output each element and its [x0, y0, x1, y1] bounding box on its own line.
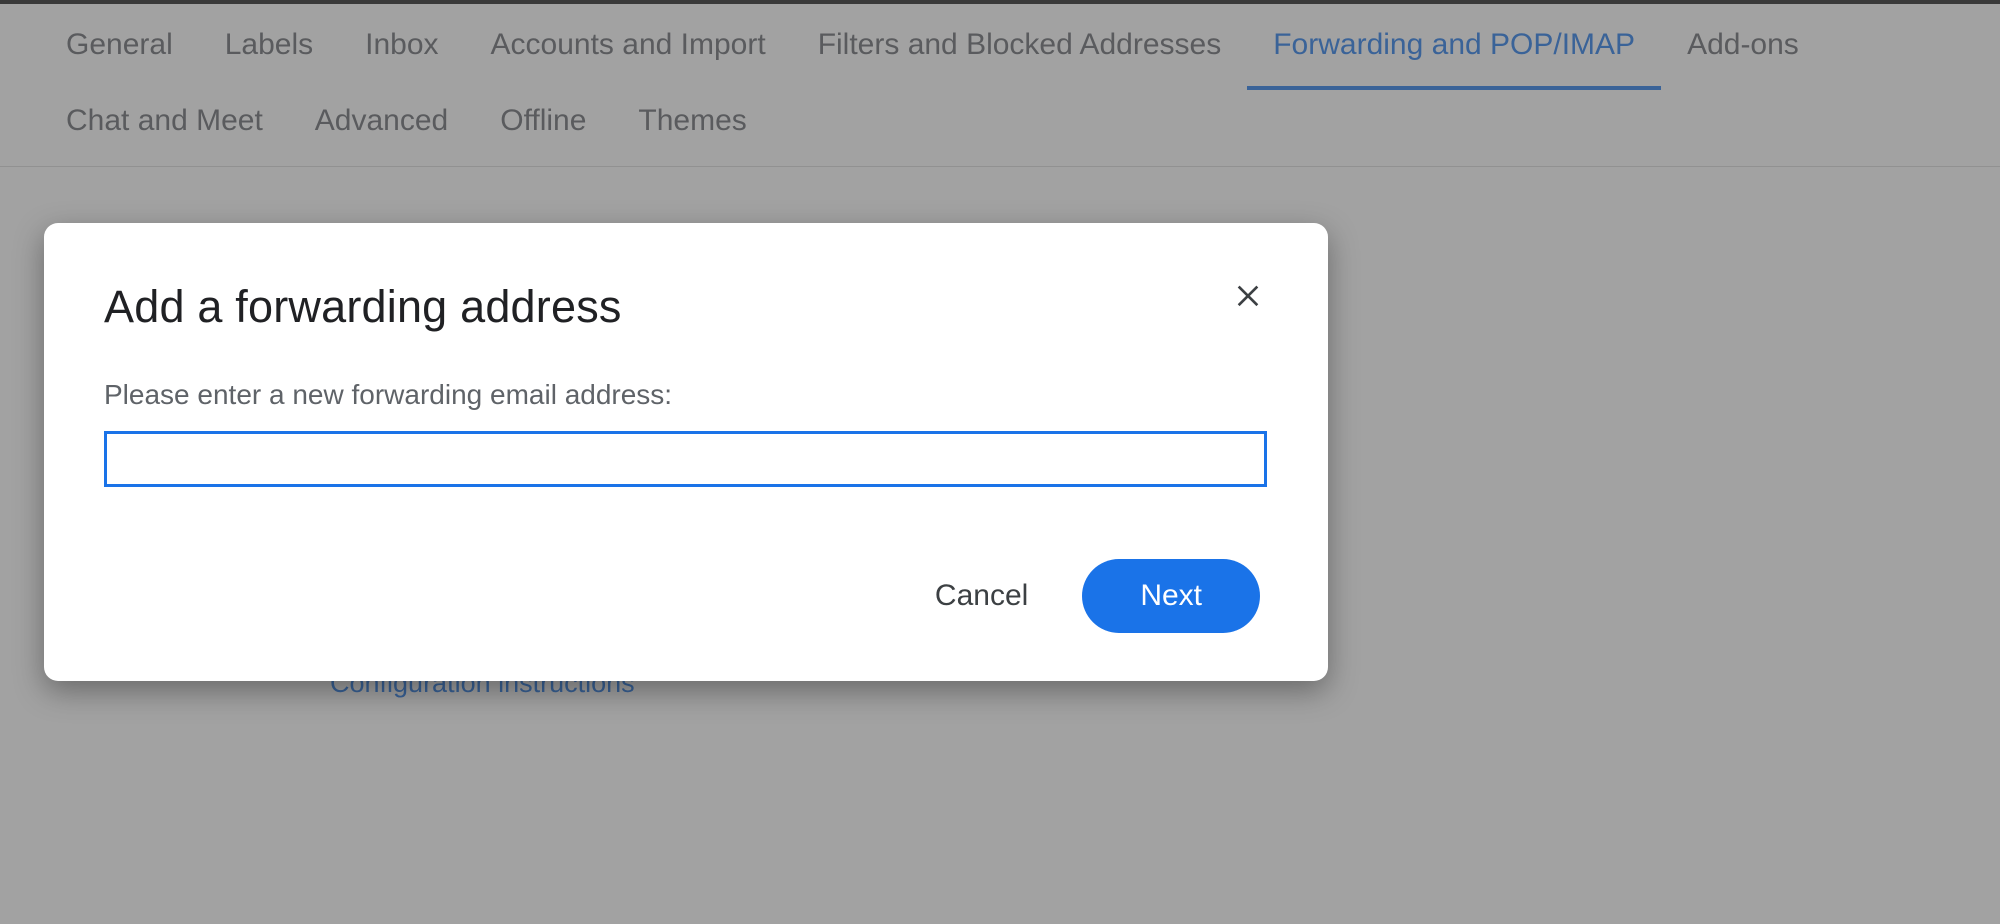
dialog-title: Add a forwarding address: [104, 281, 622, 333]
dialog-subtitle: Please enter a new forwarding email addr…: [104, 379, 1268, 411]
forwarding-email-input[interactable]: [104, 431, 1267, 487]
add-forwarding-address-dialog: Add a forwarding address Please enter a …: [44, 223, 1328, 681]
close-icon[interactable]: [1228, 275, 1268, 317]
next-button[interactable]: Next: [1082, 559, 1260, 633]
cancel-button[interactable]: Cancel: [935, 579, 1028, 613]
